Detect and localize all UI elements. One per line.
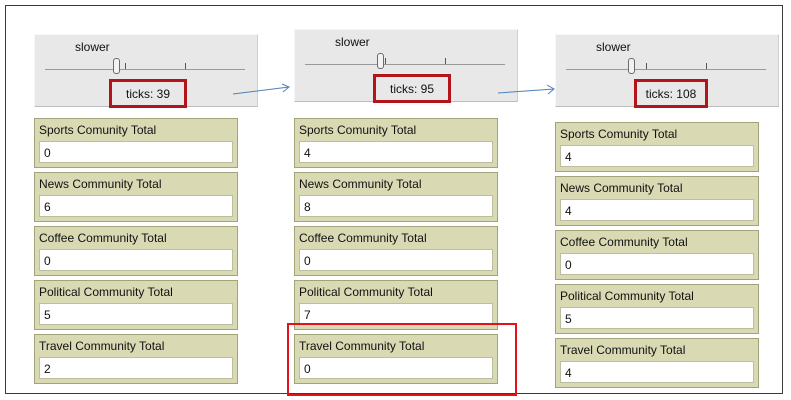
monitor-label: Travel Community Total bbox=[39, 339, 165, 353]
monitor-label: Coffee Community Total bbox=[39, 231, 167, 245]
monitor-coffee: Coffee Community Total 0 bbox=[555, 230, 759, 280]
monitor-label: News Community Total bbox=[299, 177, 422, 191]
monitor-label: Coffee Community Total bbox=[299, 231, 427, 245]
monitor-value: 4 bbox=[565, 150, 572, 164]
speed-control: slower ticks: 95 bbox=[294, 29, 518, 103]
monitor-news: News Community Total 8 bbox=[294, 172, 498, 222]
monitor-label: Political Community Total bbox=[299, 285, 433, 299]
monitor-label: Travel Community Total bbox=[560, 343, 686, 357]
speed-slider-thumb[interactable] bbox=[628, 58, 635, 74]
slower-label: slower bbox=[596, 40, 631, 54]
ticks-counter: ticks: 95 bbox=[389, 82, 434, 96]
monitor-value-box: 0 bbox=[39, 249, 233, 271]
speed-control: slower ticks: 108 bbox=[555, 34, 779, 108]
ticks-highlight-box: ticks: 39 bbox=[109, 79, 187, 108]
slower-label: slower bbox=[335, 35, 370, 49]
ticks-highlight-box: ticks: 95 bbox=[373, 74, 451, 103]
slider-tick-mark bbox=[385, 58, 386, 64]
ticks-highlight-box: ticks: 108 bbox=[634, 79, 708, 108]
monitor-value: 0 bbox=[304, 254, 311, 268]
monitor-value-box: 0 bbox=[299, 249, 493, 271]
monitor-value: 7 bbox=[304, 308, 311, 322]
monitor-label: Coffee Community Total bbox=[560, 235, 688, 249]
monitor-label: Political Community Total bbox=[560, 289, 694, 303]
monitor-label: Sports Comunity Total bbox=[299, 123, 417, 137]
monitor-value: 5 bbox=[44, 308, 51, 322]
monitor-value-box: 4 bbox=[560, 145, 754, 167]
monitor-value: 0 bbox=[44, 254, 51, 268]
arrow-right-icon bbox=[232, 83, 290, 95]
monitor-value-box: 0 bbox=[39, 141, 233, 163]
monitor-travel: Travel Community Total 2 bbox=[34, 334, 238, 384]
travel-highlight-box bbox=[287, 323, 517, 396]
monitor-value-box: 7 bbox=[299, 303, 493, 325]
slider-tick-mark bbox=[445, 58, 446, 64]
speed-slider-track[interactable] bbox=[566, 69, 766, 70]
monitor-value: 4 bbox=[565, 366, 572, 380]
monitor-value-box: 4 bbox=[299, 141, 493, 163]
monitor-value: 2 bbox=[44, 362, 51, 376]
monitor-value: 5 bbox=[565, 312, 572, 326]
monitor-value-box: 5 bbox=[560, 307, 754, 329]
speed-slider-thumb[interactable] bbox=[377, 53, 384, 69]
ticks-counter: ticks: 39 bbox=[125, 87, 170, 101]
monitor-value: 8 bbox=[304, 200, 311, 214]
monitor-sports: Sports Comunity Total 4 bbox=[555, 122, 759, 172]
monitor-value: 0 bbox=[44, 146, 51, 160]
monitor-value-box: 2 bbox=[39, 357, 233, 379]
monitor-news: News Community Total 6 bbox=[34, 172, 238, 222]
slower-label: slower bbox=[75, 40, 110, 54]
monitor-value-box: 4 bbox=[560, 199, 754, 221]
monitor-value-box: 6 bbox=[39, 195, 233, 217]
monitor-value-box: 4 bbox=[560, 361, 754, 383]
monitor-value: 0 bbox=[565, 258, 572, 272]
monitor-sports: Sports Comunity Total 4 bbox=[294, 118, 498, 168]
monitor-label: Political Community Total bbox=[39, 285, 173, 299]
monitor-label: Sports Comunity Total bbox=[39, 123, 157, 137]
ticks-counter: ticks: 108 bbox=[645, 87, 697, 101]
monitor-value: 4 bbox=[565, 204, 572, 218]
arrow-right-icon bbox=[497, 84, 555, 95]
monitor-travel: Travel Community Total 4 bbox=[555, 338, 759, 388]
monitor-label: News Community Total bbox=[560, 181, 683, 195]
speed-slider-track[interactable] bbox=[305, 64, 505, 65]
monitor-value: 4 bbox=[304, 146, 311, 160]
monitor-coffee: Coffee Community Total 0 bbox=[294, 226, 498, 276]
slider-tick-mark bbox=[125, 63, 126, 69]
monitor-news: News Community Total 4 bbox=[555, 176, 759, 226]
monitor-coffee: Coffee Community Total 0 bbox=[34, 226, 238, 276]
speed-slider-track[interactable] bbox=[45, 69, 245, 70]
monitor-political: Political Community Total 5 bbox=[34, 280, 238, 330]
speed-slider-thumb[interactable] bbox=[113, 58, 120, 74]
slider-tick-mark bbox=[646, 63, 647, 69]
monitor-sports: Sports Comunity Total 0 bbox=[34, 118, 238, 168]
monitor-value-box: 8 bbox=[299, 195, 493, 217]
monitor-political: Political Community Total 5 bbox=[555, 284, 759, 334]
monitor-value: 6 bbox=[44, 200, 51, 214]
monitor-label: Sports Comunity Total bbox=[560, 127, 678, 141]
monitor-label: News Community Total bbox=[39, 177, 162, 191]
speed-control: slower ticks: 39 bbox=[34, 34, 258, 108]
monitor-value-box: 5 bbox=[39, 303, 233, 325]
slider-tick-mark bbox=[185, 63, 186, 69]
slider-tick-mark bbox=[706, 63, 707, 69]
monitor-value-box: 0 bbox=[560, 253, 754, 275]
